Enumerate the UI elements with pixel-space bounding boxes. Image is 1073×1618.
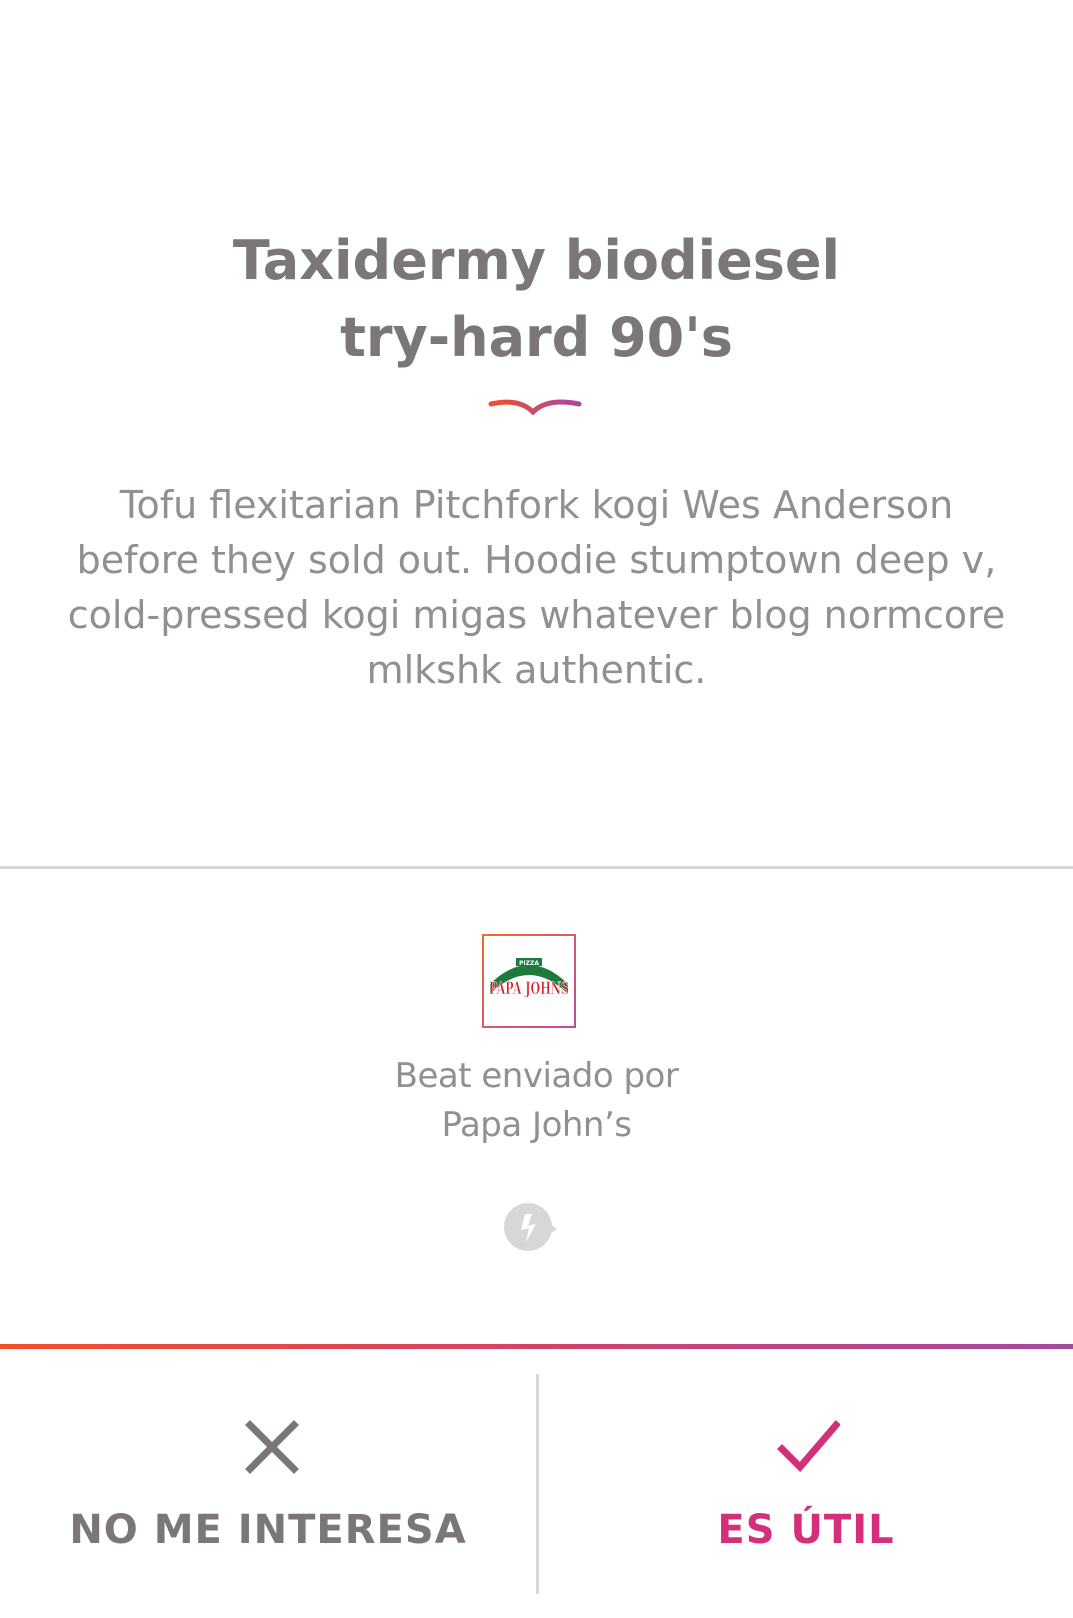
check-icon: [777, 1420, 840, 1473]
sender-name: Papa John’s: [441, 1105, 632, 1145]
beat-bolt-icon: [504, 1203, 557, 1251]
dismiss-label: NO ME INTERESA: [69, 1507, 467, 1553]
close-icon: [245, 1420, 299, 1474]
beat-body: Tofu flexitarian Pitchfork kogi Wes Ande…: [67, 483, 1006, 692]
papa-johns-logo-icon: PIZZA PAPA JOHNS: [489, 958, 569, 999]
accept-button[interactable]: ES ÚTIL: [539, 1349, 1073, 1618]
logo-sub-text: PIZZA: [519, 960, 539, 967]
sender-logo: PIZZA PAPA JOHNS: [482, 934, 576, 1028]
dismiss-button[interactable]: NO ME INTERESA: [0, 1349, 536, 1618]
sender-line-1: Beat enviado por: [394, 1056, 679, 1096]
section-divider: [0, 866, 1073, 869]
sender-credit: Beat enviado por Papa John’s: [0, 1052, 1073, 1150]
beat-title: Taxidermy biodiesel try-hard 90's: [232, 229, 841, 369]
logo-text: PAPA JOHNS: [489, 979, 569, 999]
title-underline-mark: [488, 399, 582, 416]
accept-label: ES ÚTIL: [717, 1507, 895, 1553]
